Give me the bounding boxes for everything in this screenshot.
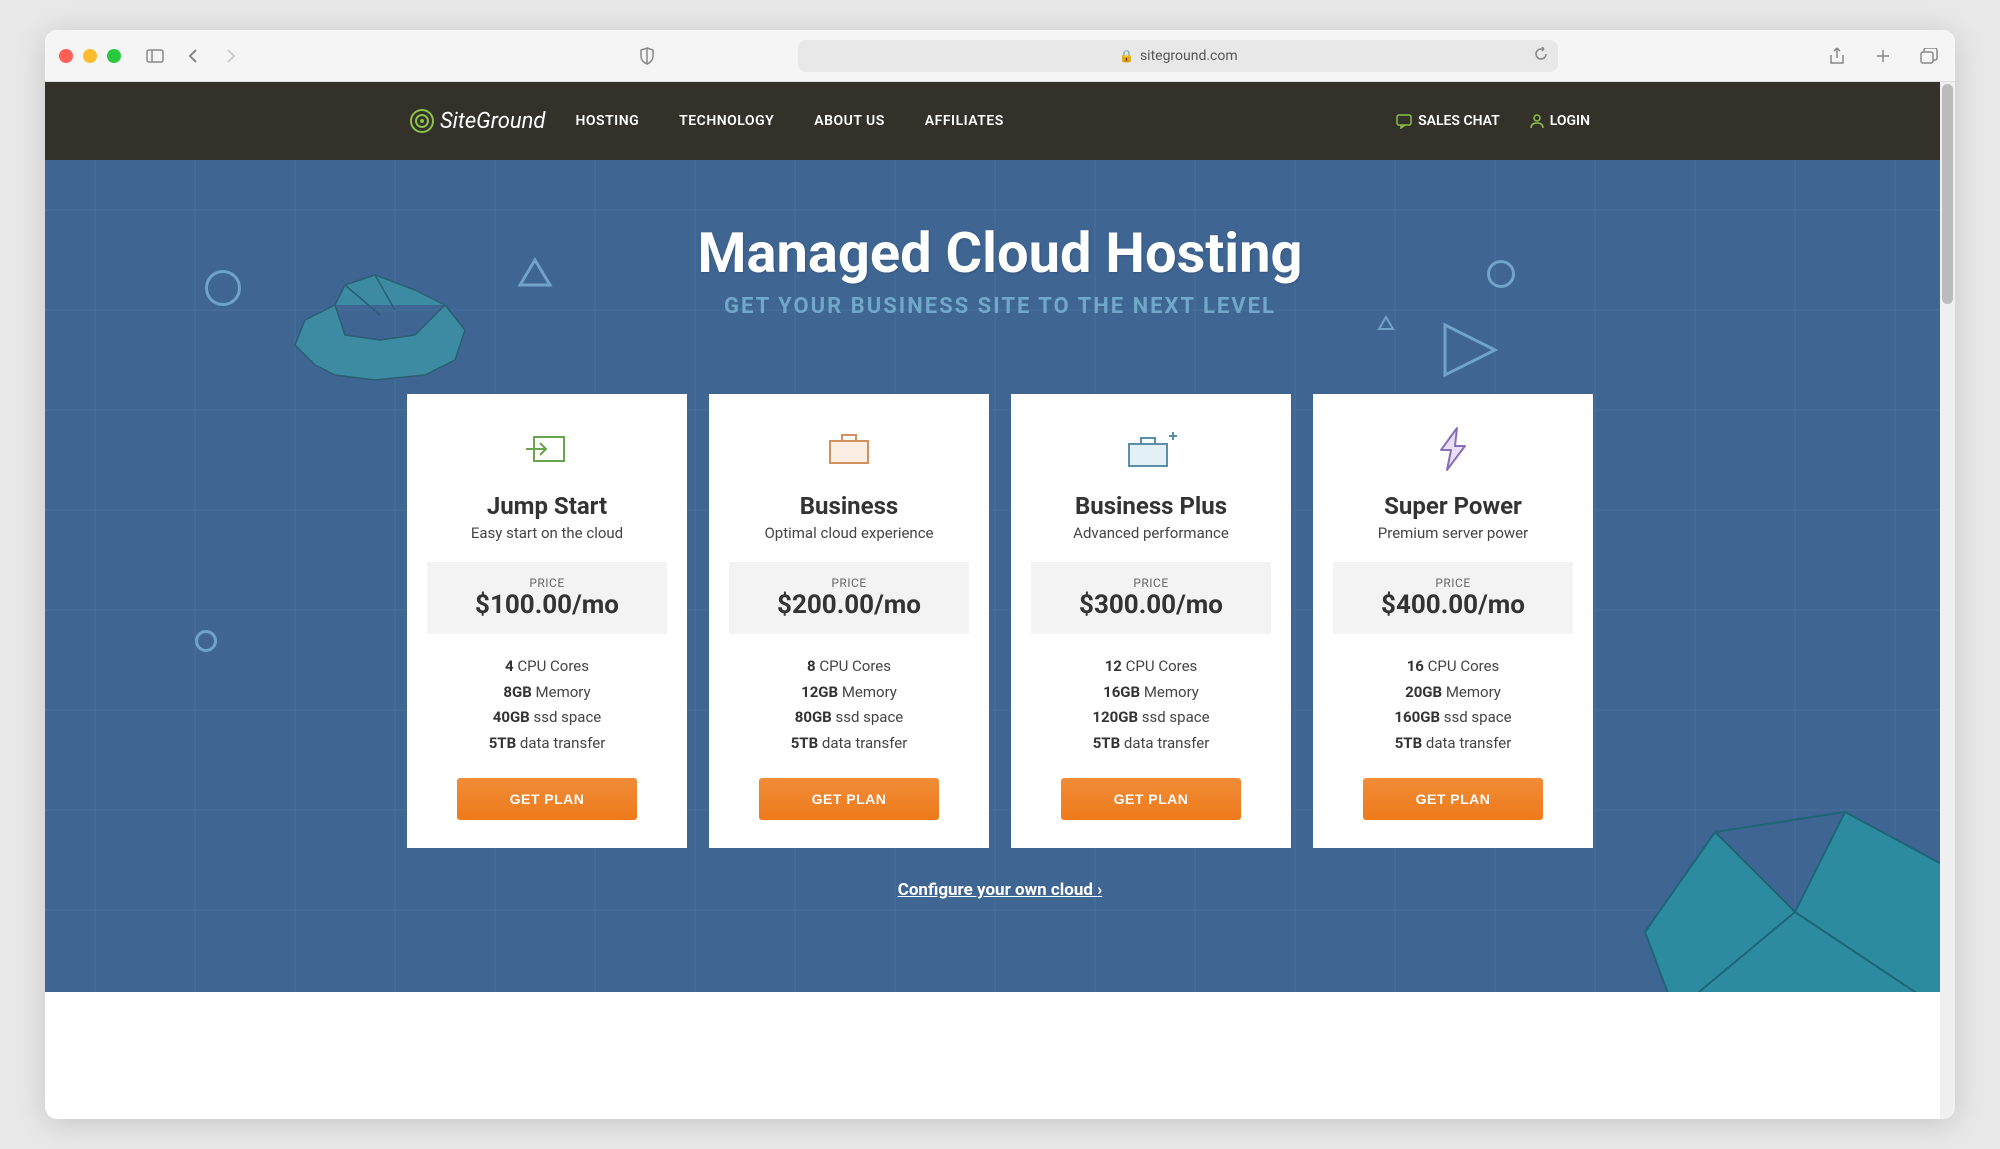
- sales-chat-label: SALES CHAT: [1418, 113, 1500, 129]
- new-tab-icon[interactable]: [1871, 44, 1895, 68]
- hero-title: Managed Cloud Hosting: [85, 220, 1915, 286]
- logo-text: SiteGround: [440, 109, 545, 134]
- plan-specs: 4 CPU Cores 8GB Memory 40GB ssd space 5T…: [427, 654, 667, 756]
- url-text: siteground.com: [1140, 48, 1238, 64]
- plan-tagline: Easy start on the cloud: [427, 524, 667, 542]
- pricing-grid: Jump Start Easy start on the cloud PRICE…: [85, 394, 1915, 848]
- window-maximize-button[interactable]: [107, 49, 121, 63]
- plan-card-jump-start: Jump Start Easy start on the cloud PRICE…: [407, 394, 687, 848]
- site-header: SiteGround HOSTING TECHNOLOGY ABOUT US A…: [45, 82, 1955, 160]
- plan-specs: 8 CPU Cores 12GB Memory 80GB ssd space 5…: [729, 654, 969, 756]
- get-plan-button[interactable]: GET PLAN: [1061, 778, 1241, 820]
- price-label: PRICE: [1347, 576, 1559, 590]
- plan-specs: 12 CPU Cores 16GB Memory 120GB ssd space…: [1031, 654, 1271, 756]
- login-label: LOGIN: [1550, 113, 1590, 129]
- plan-specs: 16 CPU Cores 20GB Memory 160GB ssd space…: [1333, 654, 1573, 756]
- get-plan-button[interactable]: GET PLAN: [759, 778, 939, 820]
- configure-cloud-link[interactable]: Configure your own cloud ›: [898, 880, 1103, 900]
- decoration-circle: [1487, 260, 1515, 288]
- price-box: PRICE $200.00/mo: [729, 562, 969, 634]
- sidebar-toggle-icon[interactable]: [143, 44, 167, 68]
- nav-link-technology[interactable]: TECHNOLOGY: [679, 113, 774, 129]
- back-button[interactable]: [181, 44, 205, 68]
- nav-link-hosting[interactable]: HOSTING: [575, 113, 639, 129]
- nav-link-affiliates[interactable]: AFFILIATES: [925, 113, 1004, 129]
- plan-card-super-power: Super Power Premium server power PRICE $…: [1313, 394, 1593, 848]
- price-amount: $100.00/mo: [441, 590, 653, 620]
- plan-name: Jump Start: [427, 492, 667, 520]
- price-label: PRICE: [1045, 576, 1257, 590]
- price-box: PRICE $400.00/mo: [1333, 562, 1573, 634]
- plan-name: Business Plus: [1031, 492, 1271, 520]
- address-bar[interactable]: 🔒 siteground.com: [798, 40, 1558, 72]
- plan-icon: [1031, 424, 1271, 474]
- plan-icon: [729, 424, 969, 474]
- price-label: PRICE: [441, 576, 653, 590]
- scrollbar[interactable]: [1940, 82, 1955, 1119]
- plan-tagline: Premium server power: [1333, 524, 1573, 542]
- chevron-right-icon: ›: [1097, 880, 1102, 900]
- content-below: [45, 992, 1955, 1062]
- main-nav: HOSTING TECHNOLOGY ABOUT US AFFILIATES: [575, 113, 1003, 129]
- price-amount: $400.00/mo: [1347, 590, 1559, 620]
- page-viewport: SiteGround HOSTING TECHNOLOGY ABOUT US A…: [45, 82, 1955, 1119]
- chat-icon: [1396, 113, 1412, 129]
- price-label: PRICE: [743, 576, 955, 590]
- get-plan-button[interactable]: GET PLAN: [1363, 778, 1543, 820]
- scrollbar-thumb[interactable]: [1942, 84, 1953, 304]
- price-amount: $200.00/mo: [743, 590, 955, 620]
- shield-icon[interactable]: [635, 44, 659, 68]
- get-plan-button[interactable]: GET PLAN: [457, 778, 637, 820]
- plan-name: Super Power: [1333, 492, 1573, 520]
- browser-toolbar: 🔒 siteground.com: [45, 30, 1955, 82]
- configure-link-label: Configure your own cloud: [898, 880, 1093, 900]
- tabs-overview-icon[interactable]: [1917, 44, 1941, 68]
- plan-tagline: Advanced performance: [1031, 524, 1271, 542]
- plan-name: Business: [729, 492, 969, 520]
- window-minimize-button[interactable]: [83, 49, 97, 63]
- plan-icon: [427, 424, 667, 474]
- lock-icon: 🔒: [1119, 49, 1134, 63]
- share-icon[interactable]: [1825, 44, 1849, 68]
- hero-section: Managed Cloud Hosting GET YOUR BUSINESS …: [45, 160, 1955, 992]
- forward-button[interactable]: [219, 44, 243, 68]
- browser-window: 🔒 siteground.com: [45, 30, 1955, 1119]
- refresh-icon[interactable]: [1534, 47, 1548, 65]
- nav-link-about-us[interactable]: ABOUT US: [814, 113, 885, 129]
- price-box: PRICE $300.00/mo: [1031, 562, 1271, 634]
- plan-card-business: Business Optimal cloud experience PRICE …: [709, 394, 989, 848]
- decoration-circle: [205, 270, 241, 306]
- price-amount: $300.00/mo: [1045, 590, 1257, 620]
- plan-card-business-plus: Business Plus Advanced performance PRICE…: [1011, 394, 1291, 848]
- decoration-cloud-icon: [285, 265, 485, 405]
- plan-icon: [1333, 424, 1573, 474]
- hero-subtitle: GET YOUR BUSINESS SITE TO THE NEXT LEVEL: [85, 294, 1915, 319]
- plan-tagline: Optimal cloud experience: [729, 524, 969, 542]
- sales-chat-link[interactable]: SALES CHAT: [1396, 113, 1500, 129]
- user-icon: [1530, 113, 1544, 129]
- logo-icon: [410, 109, 434, 133]
- window-close-button[interactable]: [59, 49, 73, 63]
- window-controls: [59, 49, 121, 63]
- decoration-triangle: [1435, 315, 1505, 385]
- site-logo[interactable]: SiteGround: [410, 109, 545, 134]
- login-link[interactable]: LOGIN: [1530, 113, 1590, 129]
- price-box: PRICE $100.00/mo: [427, 562, 667, 634]
